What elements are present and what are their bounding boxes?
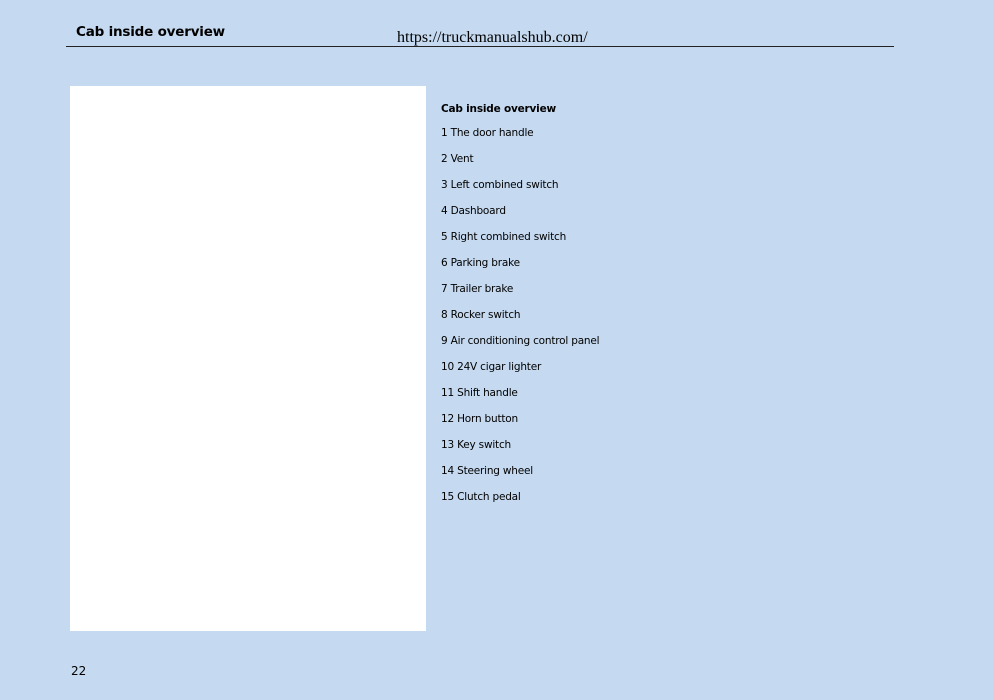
cab-figure-image xyxy=(70,86,426,631)
legend-list: 1 The door handle 2 Vent 3 Left combined… xyxy=(441,125,701,515)
legend-item: 15 Clutch pedal xyxy=(441,491,521,503)
legend-item: 10 24V cigar lighter xyxy=(441,361,542,373)
legend-item: 8 Rocker switch xyxy=(441,309,521,321)
header-url-link[interactable]: https://truckmanualshub.com/ xyxy=(397,29,588,47)
legend-item: 9 Air conditioning control panel xyxy=(441,335,600,347)
legend-item: 2 Vent xyxy=(441,153,474,165)
legend-panel: Cab inside overview 1 The door handle 2 … xyxy=(441,101,701,515)
legend-item: 5 Right combined switch xyxy=(441,231,567,243)
header-divider xyxy=(66,46,894,47)
legend-item: 11 Shift handle xyxy=(441,387,518,399)
legend-item: 1 The door handle xyxy=(441,127,534,139)
legend-item: 6 Parking brake xyxy=(441,257,520,269)
legend-item: 7 Trailer brake xyxy=(441,283,514,295)
legend-item: 13 Key switch xyxy=(441,439,511,451)
page-number: 22 xyxy=(71,664,87,678)
legend-item: 3 Left combined switch xyxy=(441,179,559,191)
header-title: Cab inside overview xyxy=(76,24,225,40)
legend-item: 4 Dashboard xyxy=(441,205,506,217)
legend-item: 12 Horn button xyxy=(441,413,518,425)
legend-item: 14 Steering wheel xyxy=(441,465,533,477)
legend-title: Cab inside overview xyxy=(441,103,557,115)
